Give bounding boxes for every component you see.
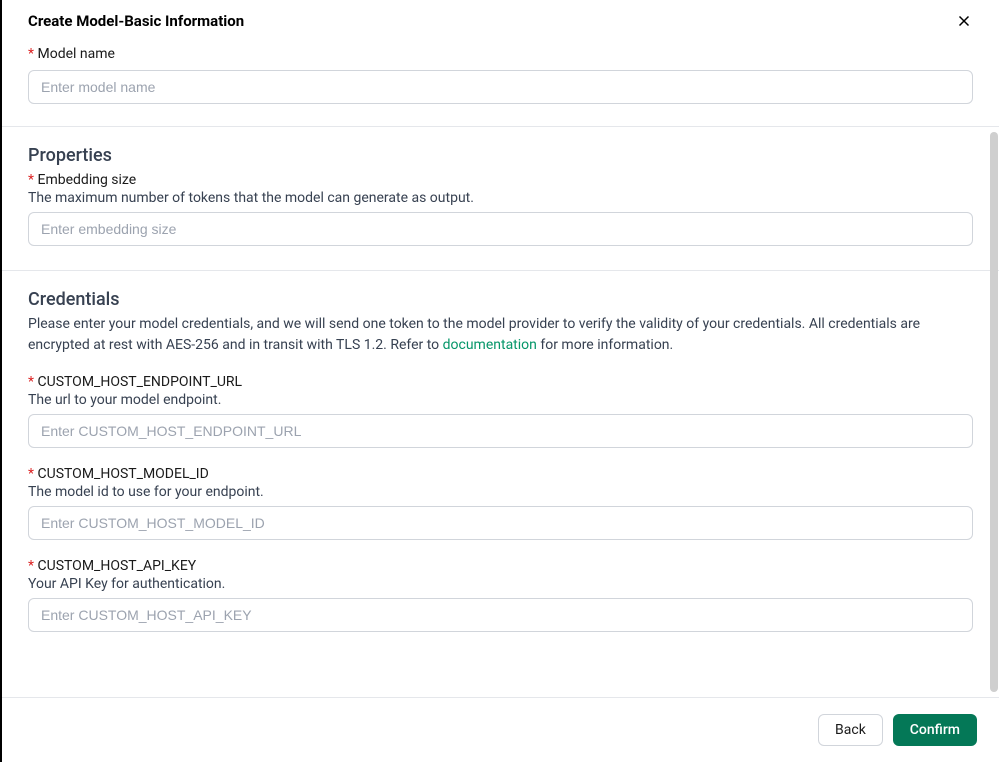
modal-header: Create Model-Basic Information (2, 0, 999, 46)
required-asterisk: * (28, 374, 34, 390)
create-model-modal: Create Model-Basic Information * Model n… (0, 0, 999, 762)
api-key-group: * CUSTOM_HOST_API_KEY Your API Key for a… (28, 558, 973, 632)
properties-section: Properties * Embedding size The maximum … (2, 126, 999, 270)
scrollbar-thumb[interactable] (990, 132, 998, 692)
required-asterisk: * (28, 172, 34, 188)
model-id-group: * CUSTOM_HOST_MODEL_ID The model id to u… (28, 466, 973, 540)
modal-footer: Back Confirm (2, 697, 999, 762)
model-id-label: * CUSTOM_HOST_MODEL_ID (28, 466, 973, 482)
embedding-size-input[interactable] (28, 212, 973, 246)
credentials-description: Please enter your model credentials, and… (28, 314, 973, 356)
credentials-desc-suffix: for more information. (537, 337, 673, 353)
embedding-size-help: The maximum number of tokens that the mo… (28, 190, 973, 206)
modal-title: Create Model-Basic Information (28, 12, 244, 30)
close-button[interactable] (951, 8, 977, 34)
model-id-help: The model id to use for your endpoint. (28, 484, 973, 500)
properties-title: Properties (28, 145, 973, 166)
api-key-input[interactable] (28, 598, 973, 632)
documentation-link[interactable]: documentation (443, 337, 537, 353)
api-key-label: * CUSTOM_HOST_API_KEY (28, 558, 973, 574)
scrollbar[interactable] (990, 132, 998, 692)
endpoint-url-label-text: CUSTOM_HOST_ENDPOINT_URL (38, 374, 243, 390)
embedding-size-group: * Embedding size The maximum number of t… (28, 172, 973, 246)
embedding-size-label-text: Embedding size (38, 172, 137, 188)
modal-body: * Model name Properties * Embedding size… (2, 46, 999, 697)
credentials-section: Credentials Please enter your model cred… (2, 270, 999, 656)
model-name-group: * Model name (28, 46, 973, 104)
required-asterisk: * (28, 466, 34, 482)
model-id-input[interactable] (28, 506, 973, 540)
api-key-label-text: CUSTOM_HOST_API_KEY (38, 558, 197, 574)
endpoint-url-input[interactable] (28, 414, 973, 448)
endpoint-url-group: * CUSTOM_HOST_ENDPOINT_URL The url to yo… (28, 374, 973, 448)
endpoint-url-help: The url to your model endpoint. (28, 392, 973, 408)
embedding-size-label: * Embedding size (28, 172, 973, 188)
model-name-input[interactable] (28, 70, 973, 104)
required-asterisk: * (28, 558, 34, 574)
api-key-help: Your API Key for authentication. (28, 576, 973, 592)
back-button[interactable]: Back (818, 714, 883, 746)
endpoint-url-label: * CUSTOM_HOST_ENDPOINT_URL (28, 374, 973, 390)
model-name-label-text: Model name (38, 46, 115, 62)
close-icon (955, 12, 973, 30)
basic-section: * Model name (2, 46, 999, 126)
confirm-button[interactable]: Confirm (893, 714, 977, 746)
model-id-label-text: CUSTOM_HOST_MODEL_ID (38, 466, 209, 482)
model-name-label: * Model name (28, 46, 973, 62)
credentials-title: Credentials (28, 289, 973, 310)
required-asterisk: * (28, 46, 34, 62)
